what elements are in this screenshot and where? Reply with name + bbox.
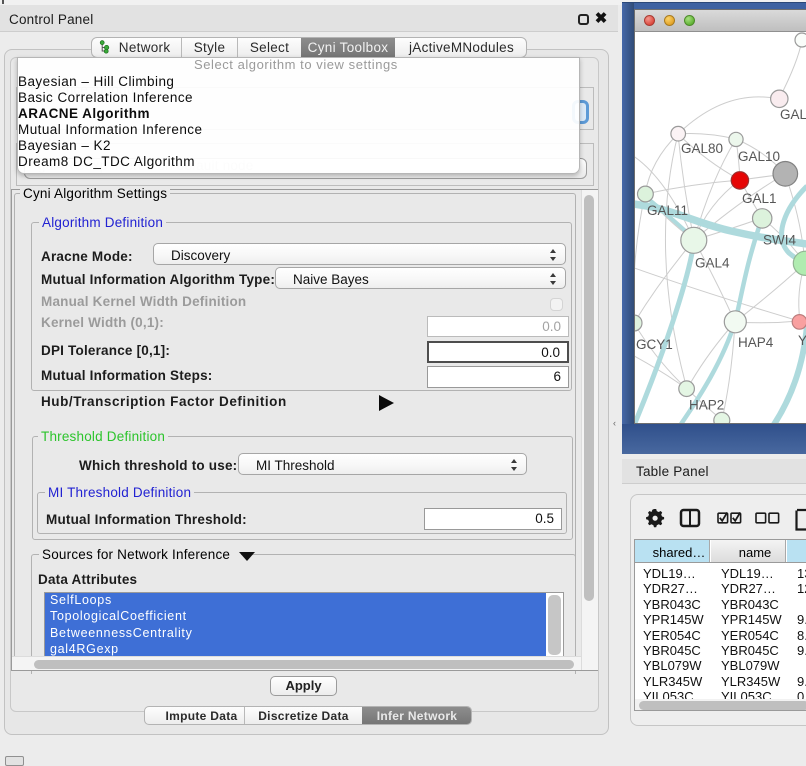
svg-text:SWI4: SWI4 (763, 233, 796, 248)
svg-text:GCY1: GCY1 (636, 337, 673, 352)
svg-text:GAL80: GAL80 (681, 141, 723, 156)
svg-text:GAL10: GAL10 (738, 149, 780, 164)
svg-text:GAL11: GAL11 (647, 203, 688, 218)
svg-text:GAL4: GAL4 (695, 256, 730, 271)
svg-text:GAL1: GAL1 (742, 191, 777, 206)
svg-text:HAP4: HAP4 (738, 335, 774, 350)
svg-text:YOL: YOL (798, 333, 806, 348)
svg-text:HAP2: HAP2 (689, 398, 724, 413)
svg-text:GAL2: GAL2 (780, 107, 806, 122)
